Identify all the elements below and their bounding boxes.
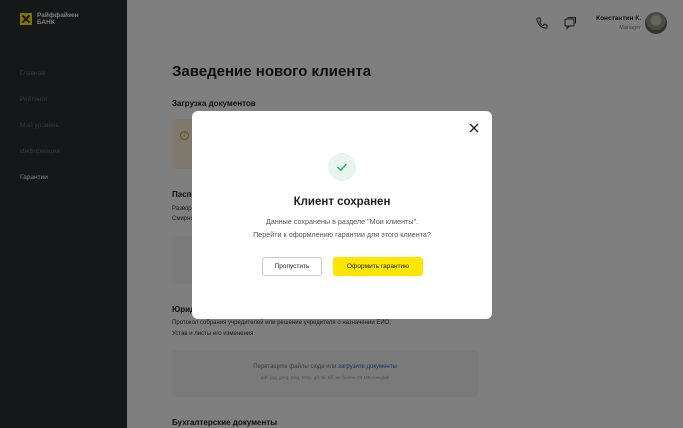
create-guarantee-button[interactable]: Оформить гарантию [333,257,423,276]
modal-text-line2: Перейти к оформлению гарантии для этого … [253,230,431,239]
modal-text-line1: Данные сохранены в разделе "Мои клиенты"… [265,217,419,226]
check-icon [337,163,347,171]
skip-button[interactable]: Пропустить [262,257,322,276]
success-check-badge [328,153,356,181]
client-saved-modal: Клиент сохранен Данные сохранены в разде… [192,111,492,319]
close-icon[interactable] [467,121,481,135]
modal-title: Клиент сохранен [293,196,391,208]
